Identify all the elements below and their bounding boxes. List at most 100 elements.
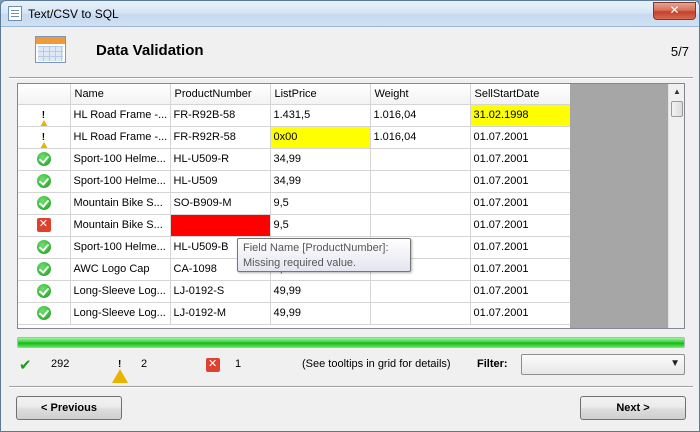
data-grid[interactable]: Name ProductNumber ListPrice Weight Sell…: [17, 83, 685, 329]
cell-name[interactable]: HL Road Frame -...: [70, 126, 171, 149]
cell-listprice[interactable]: 0x00: [270, 126, 371, 149]
warning-icon: [35, 108, 52, 125]
column-header-name[interactable]: Name: [70, 84, 171, 105]
wizard-header: Data Validation 5/7: [9, 33, 693, 75]
cell-productnumber[interactable]: [170, 214, 271, 237]
table-row[interactable]: Long-Sleeve Log... LJ-0192-S 49,99 01.07.20…: [18, 280, 571, 303]
column-header-listprice[interactable]: ListPrice: [270, 84, 371, 105]
vertical-scrollbar[interactable]: ▲: [668, 84, 684, 328]
cell-productnumber[interactable]: LJ-0192-S: [170, 280, 271, 303]
close-button[interactable]: ✕: [653, 2, 696, 20]
cell-name[interactable]: Long-Sleeve Log...: [70, 302, 171, 325]
grid-empty-area: [570, 84, 669, 328]
tooltip-line-2: Missing required value.: [243, 257, 357, 269]
cell-sellstartdate[interactable]: 01.07.2001: [470, 192, 571, 215]
progress-fill: [18, 338, 684, 347]
cell-listprice[interactable]: 34,99: [270, 148, 371, 171]
cell-productnumber[interactable]: SO-B909-M: [170, 192, 271, 215]
cell-listprice[interactable]: 9,5: [270, 192, 371, 215]
table-row[interactable]: Mountain Bike S... SO-B909-M 9,5 01.07.2001: [18, 192, 571, 215]
ok-count: 292: [51, 358, 70, 370]
cell-weight[interactable]: [370, 148, 471, 171]
page-title: Data Validation: [96, 42, 204, 59]
chevron-down-icon: ▼: [670, 358, 680, 369]
step-indicator: 5/7: [670, 44, 689, 59]
table-row[interactable]: Sport-100 Helme... HL-U509-R 34,99 01.07.20…: [18, 148, 571, 171]
cell-weight[interactable]: [370, 302, 471, 325]
row-status-cell: [18, 170, 71, 193]
column-header-status[interactable]: [18, 84, 71, 105]
cell-listprice[interactable]: 34,99: [270, 170, 371, 193]
scroll-up-icon[interactable]: ▲: [669, 84, 684, 100]
cell-sellstartdate[interactable]: 01.07.2001: [470, 214, 571, 237]
cell-weight[interactable]: 1.016,04: [370, 104, 471, 127]
tooltip-hint: (See tooltips in grid for details): [302, 358, 451, 370]
cell-sellstartdate[interactable]: 01.07.2001: [470, 258, 571, 281]
table-row[interactable]: Sport-100 Helme... HL-U509 34,99 01.07.2001: [18, 170, 571, 193]
table-row[interactable]: HL Road Frame -...FR-R92B-581.431,51.016…: [18, 104, 571, 127]
calendar-grid-icon: [35, 36, 66, 63]
cell-name[interactable]: Long-Sleeve Log...: [70, 280, 171, 303]
cell-listprice[interactable]: 49,99: [270, 280, 371, 303]
row-status-cell: [18, 192, 71, 215]
check-circle-icon: [36, 262, 51, 276]
cell-name[interactable]: Sport-100 Helme...: [70, 148, 171, 171]
column-header-sellstartdate[interactable]: SellStartDate: [470, 84, 571, 105]
column-header-weight[interactable]: Weight: [370, 84, 471, 105]
grid-table: Name ProductNumber ListPrice Weight Sell…: [18, 84, 571, 325]
cell-sellstartdate[interactable]: 01.07.2001: [470, 236, 571, 259]
cell-sellstartdate[interactable]: 01.07.2001: [470, 170, 571, 193]
cell-name[interactable]: Sport-100 Helme...: [70, 236, 171, 259]
app-icon: [8, 6, 22, 21]
cell-weight[interactable]: [370, 214, 471, 237]
cell-name[interactable]: AWC Logo Cap: [70, 258, 171, 281]
check-circle-icon: [36, 196, 51, 210]
row-status-cell: [18, 258, 71, 281]
cell-sellstartdate[interactable]: 01.07.2001: [470, 302, 571, 325]
cell-weight[interactable]: [370, 192, 471, 215]
row-status-cell: [18, 148, 71, 171]
cell-productnumber[interactable]: LJ-0192-M: [170, 302, 271, 325]
cell-listprice[interactable]: 1.431,5: [270, 104, 371, 127]
table-row[interactable]: Long-Sleeve Log... LJ-0192-M 49,99 01.07.20…: [18, 302, 571, 325]
row-status-cell: [18, 104, 71, 127]
check-circle-icon: [36, 174, 51, 188]
cell-listprice[interactable]: 49,99: [270, 302, 371, 325]
cell-productnumber[interactable]: FR-R92B-58: [170, 104, 271, 127]
cell-productnumber[interactable]: HL-U509-R: [170, 148, 271, 171]
cell-name[interactable]: HL Road Frame -...: [70, 104, 171, 127]
next-button[interactable]: Next >: [580, 396, 686, 420]
column-header-productnumber[interactable]: ProductNumber: [170, 84, 271, 105]
cell-sellstartdate[interactable]: 01.07.2001: [470, 280, 571, 303]
cell-sellstartdate[interactable]: 01.07.2001: [470, 126, 571, 149]
cell-listprice[interactable]: 9,5: [270, 214, 371, 237]
cell-name[interactable]: Mountain Bike S...: [70, 214, 171, 237]
cell-weight[interactable]: [370, 280, 471, 303]
filter-dropdown[interactable]: ▼: [521, 354, 685, 375]
previous-button[interactable]: < Previous: [16, 396, 122, 420]
checkmark-icon: ✔: [19, 357, 32, 374]
error-icon: [36, 217, 51, 232]
row-status-cell: [18, 236, 71, 259]
tooltip-line-1: Field Name [ProductNumber]:: [243, 242, 389, 254]
warning-icon: [35, 130, 52, 147]
scroll-thumb[interactable]: [671, 101, 683, 117]
cell-name[interactable]: Mountain Bike S...: [70, 192, 171, 215]
table-row[interactable]: HL Road Frame -...FR-R92R-580x001.016,04…: [18, 126, 571, 149]
cell-weight[interactable]: 1.016,04: [370, 126, 471, 149]
check-circle-icon: [36, 284, 51, 298]
error-icon: [206, 357, 220, 372]
cell-sellstartdate[interactable]: 31.02.1998: [470, 104, 571, 127]
cell-name[interactable]: Sport-100 Helme...: [70, 170, 171, 193]
row-status-cell: [18, 302, 71, 325]
validation-tooltip: Field Name [ProductNumber]: Missing requ…: [237, 238, 411, 272]
check-circle-icon: [36, 306, 51, 320]
check-circle-icon: [36, 240, 51, 254]
table-row[interactable]: Mountain Bike S... 9,5 01.07.2001: [18, 214, 571, 237]
grid-header-row: Name ProductNumber ListPrice Weight Sell…: [18, 84, 571, 105]
cell-weight[interactable]: [370, 170, 471, 193]
cell-productnumber[interactable]: HL-U509: [170, 170, 271, 193]
cell-productnumber[interactable]: FR-R92R-58: [170, 126, 271, 149]
warning-icon: [112, 357, 128, 383]
cell-sellstartdate[interactable]: 01.07.2001: [470, 148, 571, 171]
